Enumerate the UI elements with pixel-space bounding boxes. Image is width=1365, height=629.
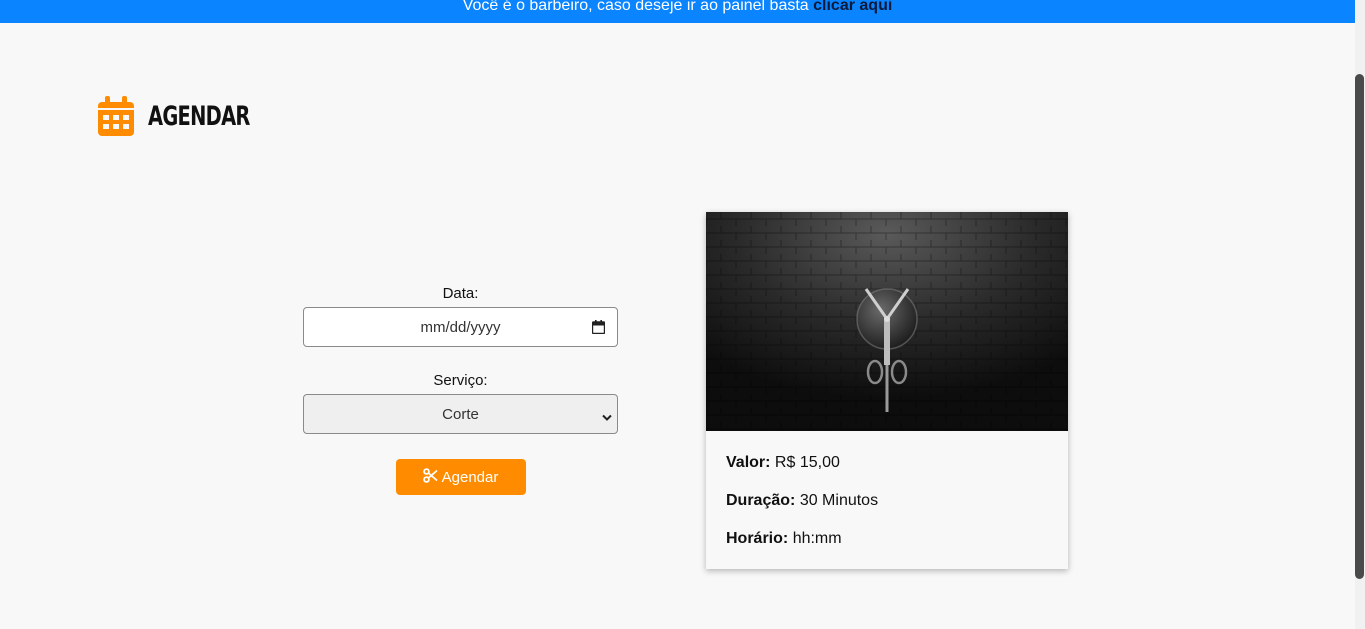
duracao-label: Duração: <box>726 492 796 509</box>
agendar-button[interactable]: Agendar <box>395 459 526 495</box>
date-picker-icon[interactable] <box>591 320 606 339</box>
chevron-down-icon <box>602 409 612 427</box>
service-card: Valor: R$ 15,00 Duração: 30 Minutos Horá… <box>706 212 1068 569</box>
banner-link[interactable]: clicar aqui <box>813 0 892 14</box>
scrollbar-track[interactable] <box>1355 0 1365 629</box>
card-info: Valor: R$ 15,00 Duração: 30 Minutos Horá… <box>706 431 1068 548</box>
date-label: Data: <box>442 285 479 302</box>
banner-text: Você é o barbeiro, caso deseje ir ao pai… <box>462 0 814 14</box>
date-placeholder: mm/dd/yyyy <box>420 319 501 336</box>
valor-label: Valor: <box>726 454 771 471</box>
agendar-button-label: Agendar <box>441 468 499 486</box>
barber-scissors-image <box>706 212 1068 431</box>
page-header: AGENDAR <box>98 96 289 136</box>
horario-row: Horário: hh:mm <box>726 529 1048 548</box>
top-banner: Você é o barbeiro, caso deseje ir ao pai… <box>0 0 1355 23</box>
service-select[interactable]: Corte <box>303 394 618 434</box>
valor-value: R$ 15,00 <box>774 454 840 471</box>
page: Você é o barbeiro, caso deseje ir ao pai… <box>0 0 1365 629</box>
calendar-icon <box>98 96 134 136</box>
page-title: AGENDAR <box>148 100 250 132</box>
scissors-icon <box>422 467 438 487</box>
horario-label: Horário: <box>726 530 789 547</box>
horario-value: hh:mm <box>792 530 842 547</box>
duracao-value: 30 Minutos <box>799 492 879 509</box>
duracao-row: Duração: 30 Minutos <box>726 491 1048 510</box>
date-input[interactable]: mm/dd/yyyy <box>303 307 618 347</box>
booking-form: Data: mm/dd/yyyy Serviço: Corte Agendar <box>303 285 618 495</box>
service-selected-value: Corte <box>442 406 479 423</box>
service-label: Serviço: <box>433 372 488 389</box>
scrollbar-thumb[interactable] <box>1355 74 1364 579</box>
valor-row: Valor: R$ 15,00 <box>726 453 1048 472</box>
